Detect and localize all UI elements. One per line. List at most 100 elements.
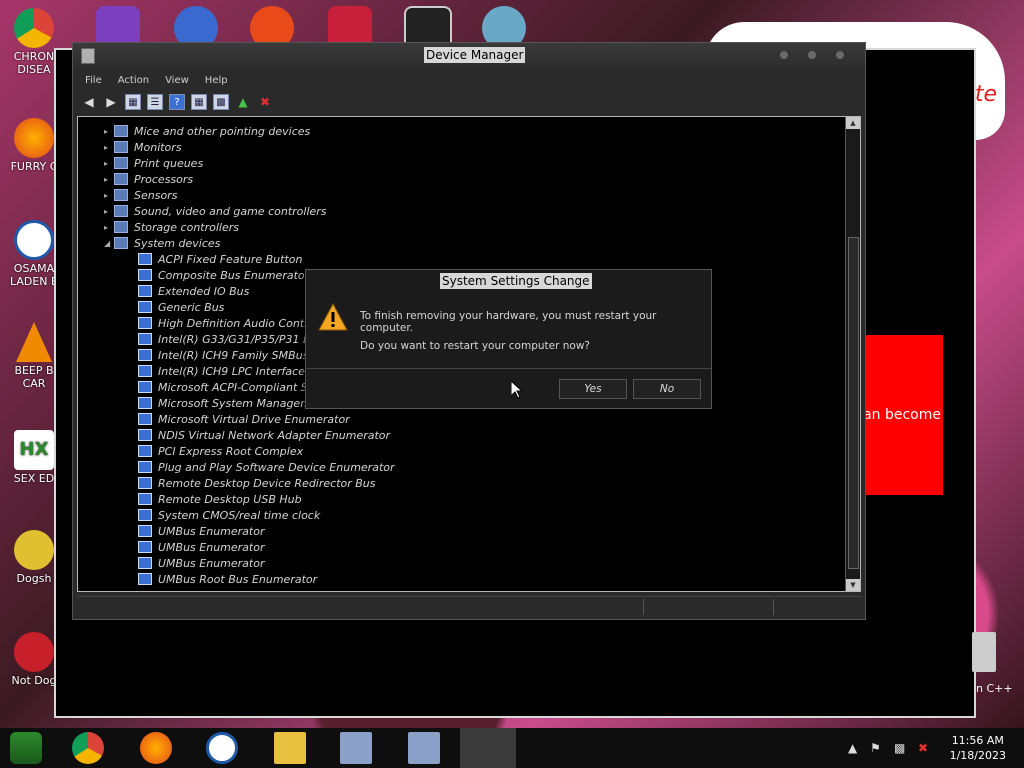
tree-device-item[interactable]: System CMOS/real time clock [138, 507, 320, 523]
tree-item-label: Intel(R) ICH9 Family SMBus C [158, 348, 320, 362]
active-task-icon[interactable] [460, 728, 516, 768]
start-button-icon[interactable] [10, 732, 42, 764]
warning-icon [318, 302, 348, 331]
background-banner-text: an become [866, 407, 941, 423]
tree-item-label: Intel(R) ICH9 LPC Interface Co [158, 364, 323, 378]
uninstall-device-icon[interactable]: ✖ [257, 94, 273, 110]
title-bar[interactable]: Device Manager [73, 43, 865, 69]
volume-muted-icon[interactable]: ✖ [918, 741, 928, 755]
expand-arrow-icon[interactable]: ▸ [104, 191, 114, 200]
tree-device-item[interactable]: UMBus Enumerator [138, 555, 265, 571]
system-clock[interactable]: 11:56 AM 1/18/2023 [950, 733, 1006, 763]
device-icon [138, 477, 152, 489]
tree-category[interactable]: ▸ Mice and other pointing devices [104, 123, 310, 139]
menu-view[interactable]: View [165, 75, 189, 86]
yes-button[interactable]: Yes [559, 379, 627, 399]
maximize-button[interactable] [808, 51, 816, 59]
expand-arrow-icon[interactable]: ▸ [104, 223, 114, 232]
tree-device-item[interactable]: UMBus Root Bus Enumerator [138, 571, 317, 587]
tree-device-item[interactable]: Composite Bus Enumerator [138, 267, 309, 283]
tree-item-label: Storage controllers [134, 220, 239, 234]
tree-device-item[interactable]: Intel(R) G33/G31/P35/P31 Exp [138, 331, 323, 347]
device-icon [114, 205, 128, 217]
file-explorer-icon[interactable] [274, 732, 306, 764]
scroll-down-arrow[interactable]: ▼ [846, 579, 860, 591]
vertical-scrollbar[interactable]: ▲ ▼ [845, 117, 860, 591]
no-button[interactable]: No [633, 379, 701, 399]
dialog-message: To finish removing your hardware, you mu… [360, 310, 657, 334]
system-settings-change-dialog[interactable]: System Settings Change To finish removin… [305, 269, 712, 409]
tree-device-item[interactable]: Generic Bus [138, 299, 224, 315]
tree-device-item[interactable]: Plug and Play Software Device Enumerator [138, 459, 395, 475]
help-icon[interactable]: ? [169, 94, 185, 110]
tree-category[interactable]: ▸ Sensors [104, 187, 177, 203]
tree-device-item[interactable]: Extended IO Bus [138, 283, 249, 299]
back-arrow-icon[interactable]: ◀ [81, 94, 97, 110]
device-icon [138, 365, 152, 377]
device-icon [114, 141, 128, 153]
taskbar: ▲ ⚑ ▩ ✖ 11:56 AM 1/18/2023 [0, 728, 1024, 768]
scan-hardware-icon[interactable]: ▩ [213, 94, 229, 110]
list-view-icon[interactable]: ☰ [147, 94, 163, 110]
menu-help[interactable]: Help [205, 75, 228, 86]
tree-device-item[interactable]: UMBus Enumerator [138, 539, 265, 555]
device-icon [114, 173, 128, 185]
tree-device-item[interactable]: PCI Express Root Complex [138, 443, 303, 459]
device-icon [138, 429, 152, 441]
device-icon [138, 317, 152, 329]
recycle-bin-icon[interactable] [972, 632, 996, 672]
device-manager-icon [81, 48, 95, 64]
network-icon[interactable]: ▩ [894, 741, 905, 755]
expand-arrow-icon[interactable]: ▸ [104, 175, 114, 184]
tree-device-item[interactable]: Intel(R) ICH9 Family SMBus C [138, 347, 320, 363]
app-icon[interactable] [206, 732, 238, 764]
tree-category[interactable]: ▸ Print queues [104, 155, 203, 171]
minimize-button[interactable] [780, 51, 788, 59]
device-icon [114, 157, 128, 169]
firefox-icon[interactable] [140, 732, 172, 764]
menu-action[interactable]: Action [118, 75, 149, 86]
properties-icon[interactable]: ▦ [125, 94, 141, 110]
device-icon [138, 525, 152, 537]
tree-category[interactable]: ◢ System devices [104, 235, 220, 251]
devcpp-icon [14, 632, 54, 672]
forward-arrow-icon[interactable]: ▶ [103, 94, 119, 110]
tree-category[interactable]: ▸ Sound, video and game controllers [104, 203, 327, 219]
expand-arrow-icon[interactable]: ▸ [104, 207, 114, 216]
tree-category[interactable]: ▸ Processors [104, 171, 193, 187]
device-icon [138, 493, 152, 505]
device-icon [138, 413, 152, 425]
flag-icon[interactable]: ⚑ [870, 741, 881, 755]
tree-device-item[interactable]: Microsoft System Manageme [138, 395, 318, 411]
update-driver-icon[interactable]: ▲ [235, 94, 251, 110]
tree-device-item[interactable]: Remote Desktop USB Hub [138, 491, 302, 507]
scroll-thumb[interactable] [848, 237, 859, 569]
tree-category[interactable]: ▸ Storage controllers [104, 219, 239, 235]
tree-item-label: Extended IO Bus [158, 284, 250, 298]
tree-item-label: Intel(R) G33/G31/P35/P31 Exp [158, 332, 324, 346]
tree-device-item[interactable]: Intel(R) ICH9 LPC Interface Co [138, 363, 323, 379]
tree-device-item[interactable]: High Definition Audio Control [138, 315, 318, 331]
tree-device-item[interactable]: ACPI Fixed Feature Button [138, 251, 302, 267]
device-manager-task-icon[interactable] [408, 732, 440, 764]
close-button[interactable] [836, 51, 844, 59]
tree-item-label: Microsoft ACPI-Compliant Sys [158, 380, 321, 394]
details-icon[interactable]: ▦ [191, 94, 207, 110]
menu-file[interactable]: File [85, 75, 102, 86]
dialog-title-bar[interactable]: System Settings Change [306, 270, 711, 292]
expand-arrow-icon[interactable]: ▸ [104, 127, 114, 136]
tree-device-item[interactable]: Remote Desktop Device Redirector Bus [138, 475, 376, 491]
scroll-up-arrow[interactable]: ▲ [846, 117, 860, 129]
expand-arrow-icon[interactable]: ▸ [104, 159, 114, 168]
tree-category[interactable]: ▸ Monitors [104, 139, 182, 155]
expand-arrow-icon[interactable]: ▸ [104, 143, 114, 152]
tree-device-item[interactable]: Microsoft ACPI-Compliant Sys [138, 379, 320, 395]
tree-device-item[interactable]: NDIS Virtual Network Adapter Enumerator [138, 427, 390, 443]
device-icon [138, 397, 152, 409]
tree-device-item[interactable]: Microsoft Virtual Drive Enumerator [138, 411, 350, 427]
device-manager-task-icon[interactable] [340, 732, 372, 764]
collapse-arrow-icon[interactable]: ◢ [104, 239, 114, 248]
chrome-icon[interactable] [72, 732, 104, 764]
show-hidden-icons-icon[interactable]: ▲ [848, 741, 857, 755]
tree-device-item[interactable]: UMBus Enumerator [138, 523, 265, 539]
